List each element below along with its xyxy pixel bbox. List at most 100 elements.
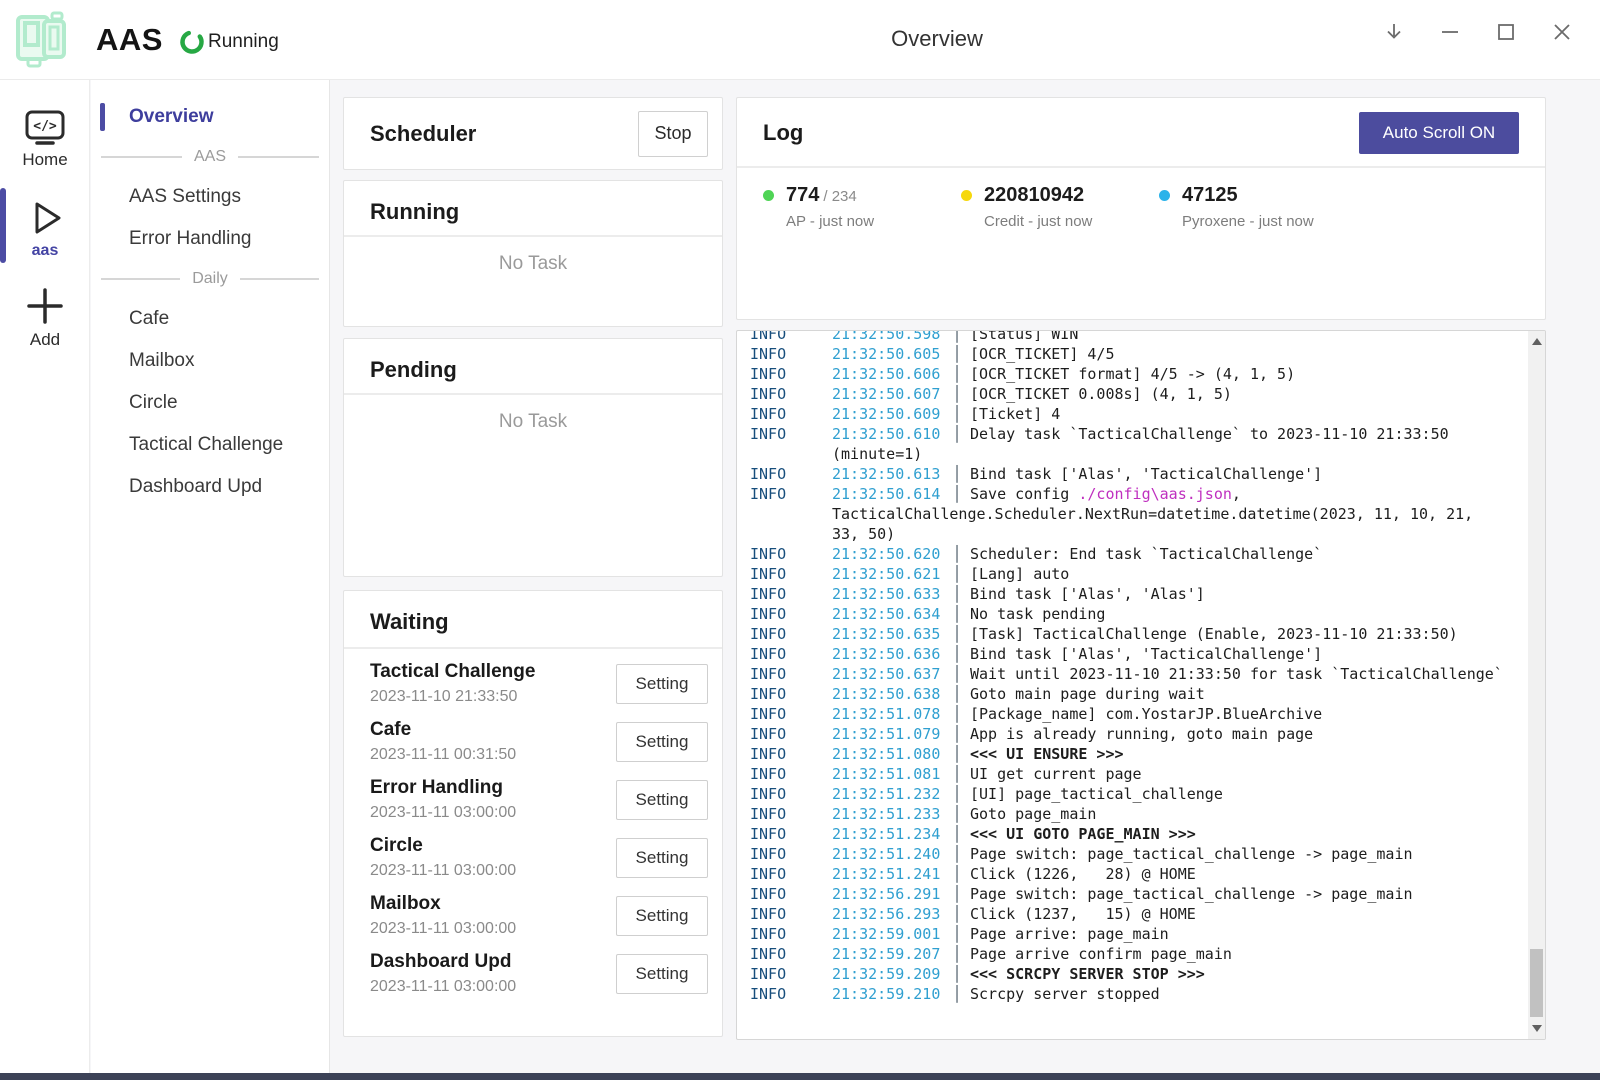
log-message: Delay task `TacticalChallenge` to 2023-1…	[970, 424, 1449, 444]
log-level: INFO	[750, 384, 832, 404]
rail-item-aas[interactable]: aas	[0, 186, 90, 268]
stat-value: 220810942	[984, 184, 1084, 206]
log-message: UI get current page	[970, 764, 1142, 784]
log-level: INFO	[750, 844, 832, 864]
log-line: INFO21:32:50.637│Wait until 2023-11-10 2…	[750, 664, 1528, 684]
log-pipe: │	[944, 664, 970, 684]
log-level: INFO	[750, 864, 832, 884]
log-message: Wait until 2023-11-10 21:33:50 for task …	[970, 664, 1503, 684]
log-timestamp: 21:32:50.613	[832, 464, 944, 484]
sidebar-item-cafe[interactable]: Cafe	[91, 298, 329, 340]
stat-top: 774/ 234	[763, 184, 961, 207]
scroll-thumb[interactable]	[1530, 949, 1543, 1017]
log-line: INFO21:32:51.241│Click (1226, 28) @ HOME	[750, 864, 1528, 884]
pending-empty-text: No Task	[344, 411, 722, 433]
sidebar-group-label: Daily	[192, 270, 228, 288]
log-segment: [OCR_TICKET 0.008s] (4, 1, 5)	[970, 385, 1232, 403]
stat-dot	[763, 190, 774, 201]
log-message: [Status] WIN	[970, 331, 1078, 344]
maximize-button[interactable]	[1490, 16, 1522, 48]
task-time: 2023-11-11 03:00:00	[370, 859, 516, 883]
stat-top: 220810942	[961, 184, 1159, 207]
log-timestamp: 21:32:50.634	[832, 604, 944, 624]
log-pipe: │	[944, 624, 970, 644]
log-timestamp: 21:32:51.079	[832, 724, 944, 744]
stat-dot	[1159, 190, 1170, 201]
sidebar-item-error-handling[interactable]: Error Handling	[91, 218, 329, 260]
task-setting-button[interactable]: Setting	[616, 838, 708, 878]
page-title: Overview	[891, 26, 983, 52]
log-segment: <<< UI GOTO PAGE_MAIN >>>	[970, 825, 1196, 843]
log-timestamp: 21:32:51.080	[832, 744, 944, 764]
log-message: [Task] TacticalChallenge (Enable, 2023-1…	[970, 624, 1458, 644]
stat-label: Pyroxene - just now	[1182, 213, 1357, 230]
task-setting-button[interactable]: Setting	[616, 896, 708, 936]
sidebar-item-dashboard-upd[interactable]: Dashboard Upd	[91, 466, 329, 508]
log-segment: [Status] WIN	[970, 331, 1078, 343]
log-level: INFO	[750, 364, 832, 384]
log-line: INFO21:32:50.598│[Status] WIN	[750, 331, 1528, 344]
minimize-button[interactable]	[1434, 16, 1466, 48]
log-line: INFO21:32:50.635│[Task] TacticalChalleng…	[750, 624, 1528, 644]
sidebar-item-mailbox[interactable]: Mailbox	[91, 340, 329, 382]
task-name: Mailbox	[370, 891, 516, 917]
log-line: INFO21:32:50.606│[OCR_TICKET format] 4/5…	[750, 364, 1528, 384]
stat-value-wrap: 774/ 234	[786, 184, 857, 207]
rail-label-home: Home	[0, 150, 90, 170]
log-line: INFO21:32:50.614│Save config ./config\aa…	[750, 484, 1528, 504]
task-setting-button[interactable]: Setting	[616, 722, 708, 762]
sidebar-item-circle[interactable]: Circle	[91, 382, 329, 424]
log-segment: Page arrive: page_main	[970, 925, 1169, 943]
log-segment: Bind task ['Alas', 'TacticalChallenge']	[970, 465, 1322, 483]
log-pipe: │	[944, 644, 970, 664]
divider-line	[240, 278, 319, 280]
log-level: INFO	[750, 784, 832, 804]
log-level: INFO	[750, 764, 832, 784]
auto-scroll-button[interactable]: Auto Scroll ON	[1359, 112, 1519, 154]
stop-button[interactable]: Stop	[638, 111, 708, 157]
rail-label-aas: aas	[0, 242, 90, 260]
log-line: INFO21:32:51.081│UI get current page	[750, 764, 1528, 784]
task-setting-button[interactable]: Setting	[616, 664, 708, 704]
sidebar-item-overview[interactable]: Overview	[91, 96, 329, 138]
rail-item-home[interactable]: </> Home	[0, 98, 90, 178]
stat-item: 774/ 234AP - just now	[763, 184, 961, 230]
log-segment: Goto page_main	[970, 805, 1096, 823]
log-level: INFO	[750, 331, 832, 344]
log-line: INFO21:32:50.609│[Ticket] 4	[750, 404, 1528, 424]
log-message: Scheduler: End task `TacticalChallenge`	[970, 544, 1322, 564]
task-name: Dashboard Upd	[370, 949, 516, 975]
rail-item-add[interactable]: Add	[0, 274, 90, 358]
log-line: (minute=1)	[750, 444, 1528, 464]
log-level: INFO	[750, 824, 832, 844]
sidebar-item-aas-settings[interactable]: AAS Settings	[91, 176, 329, 218]
running-card: Running No Task	[343, 180, 723, 327]
scroll-up-icon[interactable]	[1528, 333, 1545, 350]
task-setting-button[interactable]: Setting	[616, 954, 708, 994]
stat-top: 47125	[1159, 184, 1357, 207]
pending-title: Pending	[370, 357, 457, 383]
task-name: Tactical Challenge	[370, 659, 535, 685]
rail-label-add: Add	[0, 330, 90, 350]
log-segment: ,	[1232, 485, 1241, 503]
log-line: INFO21:32:51.232│[UI] page_tactical_chal…	[750, 784, 1528, 804]
log-segment: 33, 50)	[832, 525, 895, 543]
download-update-button[interactable]	[1378, 16, 1410, 48]
log-level: INFO	[750, 604, 832, 624]
scroll-down-icon[interactable]	[1528, 1020, 1545, 1037]
sidebar-item-tactical-challenge[interactable]: Tactical Challenge	[91, 424, 329, 466]
log-segment: [OCR_TICKET format] 4/5 -> (4, 1, 5)	[970, 365, 1295, 383]
log-segment: Goto main page during wait	[970, 685, 1205, 703]
log-pipe: │	[944, 924, 970, 944]
log-segment: [UI] page_tactical_challenge	[970, 785, 1223, 803]
close-button[interactable]	[1546, 16, 1578, 48]
log-segment: Bind task ['Alas', 'Alas']	[970, 585, 1205, 603]
nav-rail: </> Home aas Add	[0, 80, 90, 1073]
task-setting-button[interactable]: Setting	[616, 780, 708, 820]
log-pipe: │	[944, 604, 970, 624]
log-segment: Page arrive confirm page_main	[970, 945, 1232, 963]
log-level: INFO	[750, 684, 832, 704]
log-view[interactable]: INFO21:32:50.598│[Status] WININFO21:32:5…	[736, 330, 1546, 1040]
log-message: <<< SCRCPY SERVER STOP >>>	[970, 964, 1205, 984]
log-scrollbar[interactable]	[1528, 331, 1545, 1039]
